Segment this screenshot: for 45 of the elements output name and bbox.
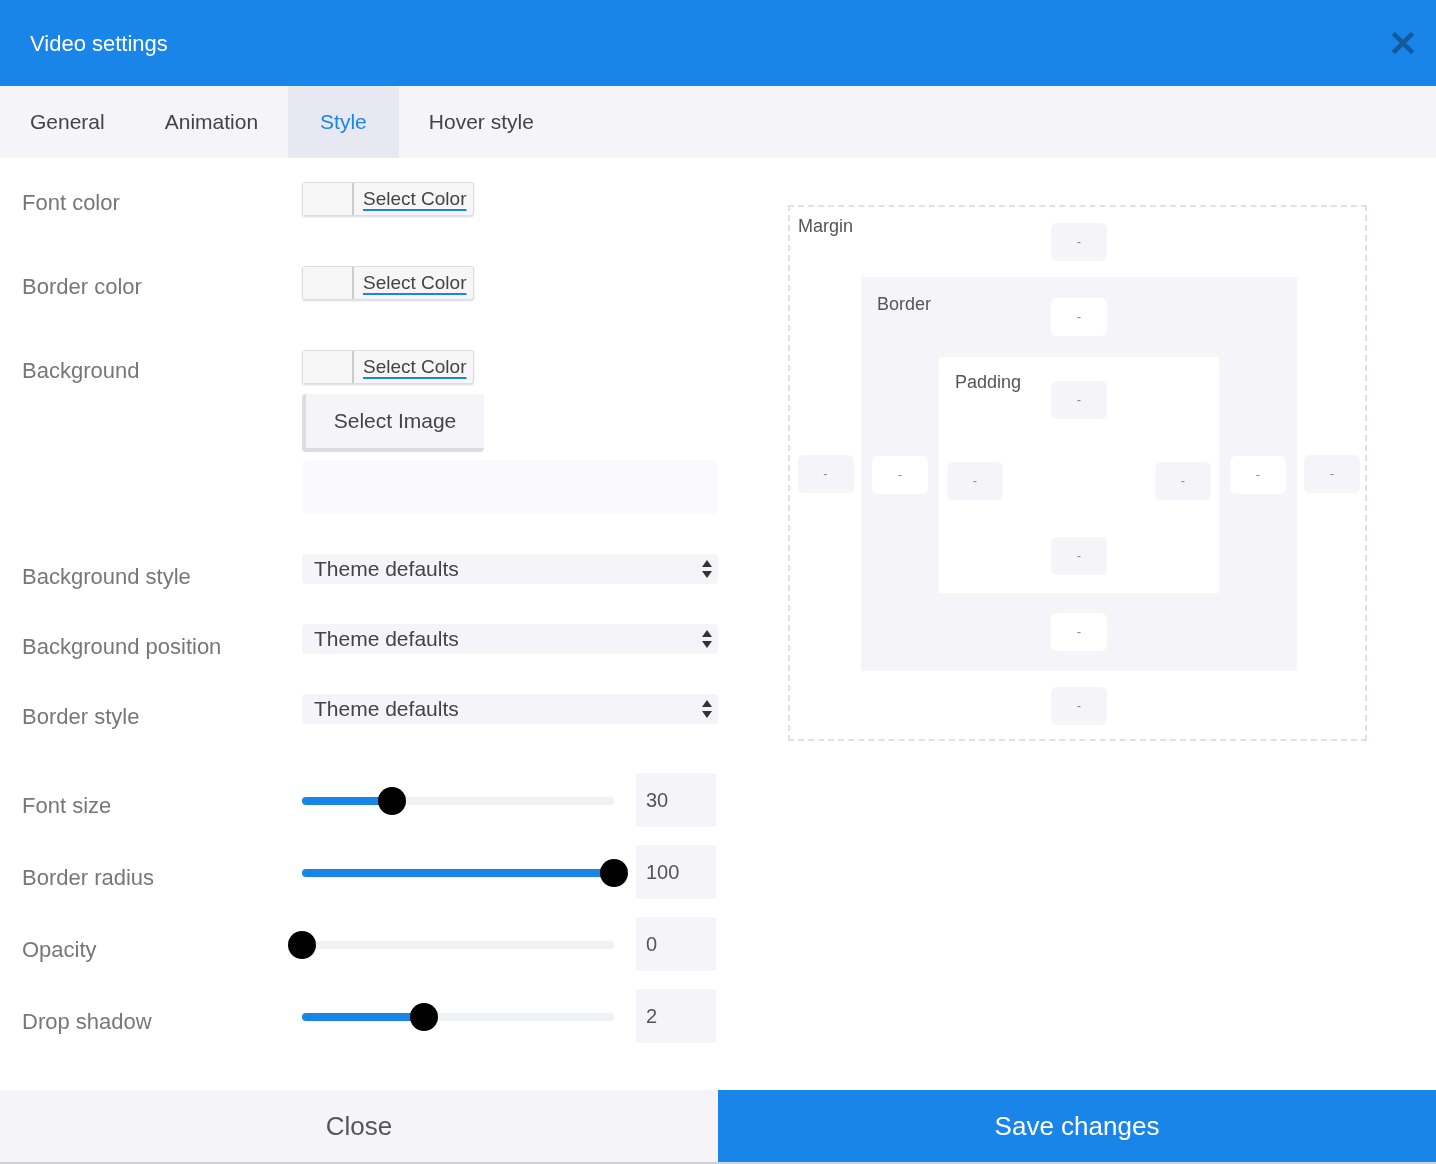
- field-label: Border color: [22, 273, 143, 301]
- sort-arrows-icon: [702, 699, 712, 719]
- slider-thumb[interactable]: [600, 859, 628, 887]
- dropdown[interactable]: Theme defaults: [302, 554, 718, 584]
- close-button[interactable]: Close: [0, 1090, 718, 1162]
- tab[interactable]: General: [0, 86, 135, 158]
- color-picker-button[interactable]: Select Color: [302, 266, 474, 300]
- section-label: Padding: [955, 371, 1022, 394]
- field-label: Border radius: [22, 863, 156, 892]
- spacing-field[interactable]: -: [872, 456, 928, 494]
- value-field[interactable]: 30: [636, 773, 716, 827]
- close-icon: [1392, 32, 1414, 54]
- color-picker-button[interactable]: Select Color: [302, 182, 474, 216]
- color-picker-button[interactable]: Select Color: [302, 350, 474, 384]
- field-label: Border style: [22, 703, 141, 731]
- color-swatch: [303, 351, 354, 383]
- spacing-field[interactable]: -: [1051, 298, 1107, 336]
- dropdown[interactable]: Theme defaults: [302, 694, 718, 724]
- spacing-field[interactable]: -: [1051, 613, 1107, 651]
- dropdown[interactable]: Theme defaults: [302, 624, 718, 654]
- tab[interactable]: Animation: [134, 86, 289, 158]
- value-field[interactable]: 0: [636, 917, 716, 971]
- field-label: Drop shadow: [22, 1007, 153, 1036]
- window-title: Video settings: [30, 29, 168, 58]
- select-image-button[interactable]: Select Image: [302, 394, 484, 452]
- field-label: Background style: [22, 563, 192, 591]
- spacing-field[interactable]: -: [1230, 456, 1286, 494]
- field-label: Font color: [22, 189, 121, 217]
- tab[interactable]: Hover style: [398, 86, 564, 158]
- field-label: Background: [22, 357, 141, 385]
- sort-arrows-icon: [702, 629, 712, 649]
- slider-thumb[interactable]: [378, 787, 407, 815]
- color-swatch: [303, 183, 354, 215]
- section-label: Margin: [798, 215, 854, 238]
- section-label: Border: [877, 293, 932, 316]
- field-label: Opacity: [22, 935, 98, 964]
- field-label: Background position: [22, 633, 223, 661]
- sort-arrows-icon: [702, 559, 712, 579]
- value-field[interactable]: 100: [636, 845, 716, 899]
- slider-thumb[interactable]: [288, 931, 316, 959]
- value-field[interactable]: 2: [636, 989, 716, 1043]
- color-swatch: [303, 267, 354, 299]
- slider-thumb[interactable]: [409, 1003, 438, 1031]
- field-label: Font size: [22, 791, 113, 820]
- save-changes-button[interactable]: Save changes: [718, 1090, 1436, 1162]
